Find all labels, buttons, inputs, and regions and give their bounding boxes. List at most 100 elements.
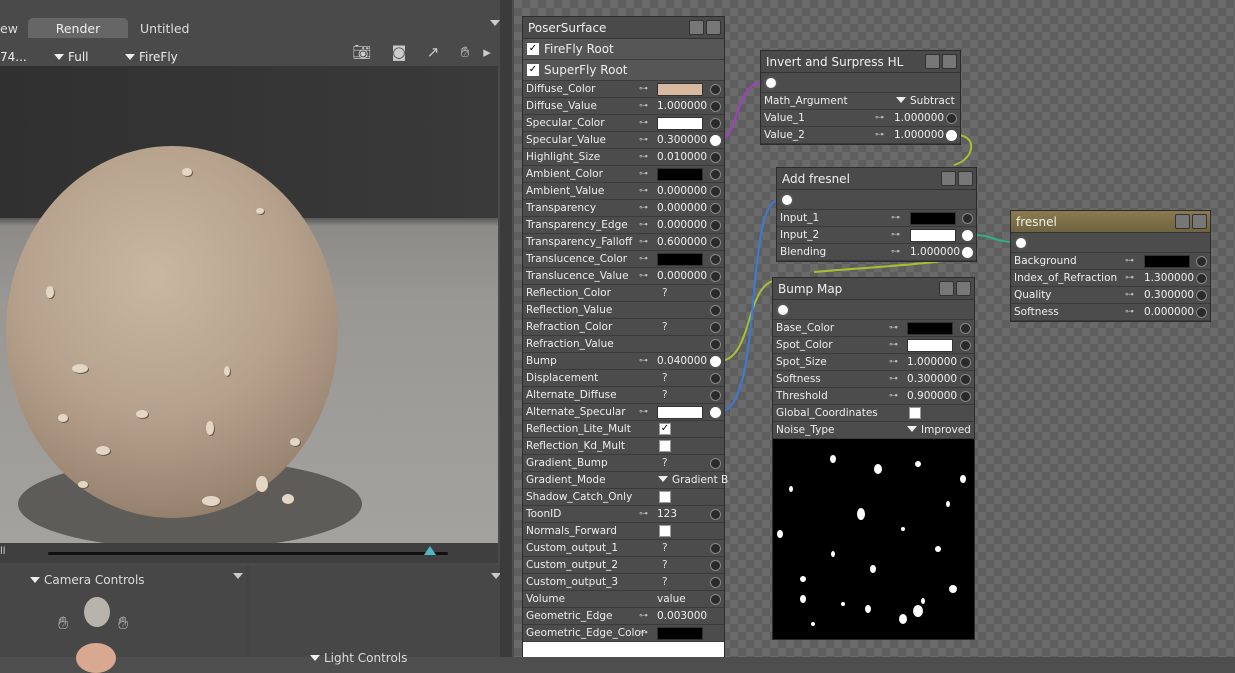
key-icon[interactable]: ⊶ (1125, 304, 1134, 321)
param-row-input-2[interactable]: Input_2 ⊶ (777, 227, 976, 244)
input-port-connected-icon[interactable] (710, 135, 721, 146)
head-camera-icon[interactable] (84, 597, 110, 627)
param-row-diffuse-value[interactable]: Diffuse_Value ⊶ 1.000000 (523, 98, 724, 115)
param-row-normals-forward[interactable]: Normals_Forward (523, 523, 724, 540)
color-swatch[interactable] (657, 253, 703, 266)
param-row-background[interactable]: Background ⊶ (1011, 253, 1210, 270)
color-swatch[interactable] (657, 117, 703, 130)
bump-map-header[interactable]: Bump Map (773, 278, 974, 300)
param-value[interactable]: 0.003000 (657, 608, 707, 625)
input-port-open-icon[interactable] (710, 322, 721, 333)
renderer-select[interactable]: FireFly (125, 51, 178, 63)
render-size-select[interactable]: Full (54, 51, 89, 63)
fresnel-header[interactable]: fresnel (1011, 211, 1210, 233)
param-row-bump[interactable]: Bump ⊶ 0.040000 (523, 353, 724, 370)
input-port-open-icon[interactable] (710, 373, 721, 384)
input-port-open-icon[interactable] (962, 213, 973, 224)
param-value[interactable]: 1.000000 (894, 110, 944, 127)
key-icon[interactable]: ⊶ (891, 210, 900, 227)
param-row-shadow-catch-only[interactable]: Shadow_Catch_Only (523, 489, 724, 506)
input-port-open-icon[interactable] (710, 101, 721, 112)
param-value[interactable]: 1.000000 (910, 244, 960, 261)
param-row-ambient-value[interactable]: Ambient_Value ⊶ 0.000000 (523, 183, 724, 200)
key-icon[interactable]: ⊶ (891, 244, 900, 261)
key-icon[interactable]: ⊶ (889, 320, 898, 337)
unchecked-checkbox[interactable] (909, 407, 921, 419)
input-port-connected-icon[interactable] (710, 356, 721, 367)
input-port-open-icon[interactable] (710, 543, 721, 554)
key-icon[interactable]: ⊶ (1125, 253, 1134, 270)
param-value[interactable]: 1.000000 (894, 127, 944, 144)
param-value[interactable]: 0.000000 (657, 217, 707, 234)
input-port-open-icon[interactable] (710, 186, 721, 197)
key-icon[interactable]: ⊶ (889, 354, 898, 371)
param-row-specular-color[interactable]: Specular_Color ⊶ (523, 115, 724, 132)
param-row-custom-output-2[interactable]: Custom_output_2? (523, 557, 724, 574)
play-arrow-icon[interactable]: ▸ (480, 42, 494, 62)
dropdown-select[interactable]: Improved (907, 422, 971, 439)
input-port-open-icon[interactable] (710, 254, 721, 265)
input-port-open-icon[interactable] (710, 271, 721, 282)
node-preview-icon[interactable] (956, 281, 971, 296)
input-port-open-icon[interactable] (1196, 273, 1207, 284)
key-icon[interactable]: ⊶ (1125, 287, 1134, 304)
color-swatch[interactable] (657, 627, 703, 640)
param-row-custom-output-3[interactable]: Custom_output_3? (523, 574, 724, 591)
input-port-open-icon[interactable] (710, 220, 721, 231)
key-icon[interactable]: ⊶ (639, 404, 648, 421)
param-value[interactable]: 0.000000 (1144, 304, 1194, 321)
param-row-input-1[interactable]: Input_1 ⊶ (777, 210, 976, 227)
checked-checkbox[interactable]: ✓ (659, 423, 671, 435)
param-row-diffuse-color[interactable]: Diffuse_Color ⊶ (523, 81, 724, 98)
param-row-softness[interactable]: Softness ⊶ 0.000000 (1011, 304, 1210, 321)
param-row-noise-type[interactable]: Noise_Type Improved (773, 422, 974, 439)
param-value[interactable]: 0.000000 (657, 183, 707, 200)
param-row-volume[interactable]: Volume value (523, 591, 724, 608)
checked-checkbox[interactable]: ✓ (527, 43, 539, 55)
input-port-connected-icon[interactable] (710, 407, 721, 418)
node-preview-icon[interactable] (706, 20, 721, 35)
color-swatch[interactable] (907, 322, 953, 335)
key-icon[interactable]: ⊶ (639, 251, 648, 268)
unchecked-checkbox[interactable] (659, 525, 671, 537)
input-port-connected-icon[interactable] (962, 230, 973, 241)
tab-untitled[interactable]: Untitled (140, 18, 340, 39)
poser-surface-node[interactable]: PoserSurface ✓ FireFly Root ✓ SuperFly Root… (522, 16, 728, 657)
camera-icon[interactable]: 📷︎ (351, 42, 373, 62)
param-value[interactable]: 0.900000 (907, 388, 957, 405)
param-value[interactable]: 123 (657, 506, 677, 523)
camera-select[interactable]: 74... (0, 51, 27, 63)
invert-node[interactable]: Invert and Surpress HL Math_Argument Subt… (760, 50, 961, 145)
face-camera-icon[interactable] (76, 643, 116, 673)
key-icon[interactable]: ⊶ (891, 227, 900, 244)
panel-divider[interactable] (500, 0, 512, 657)
param-row-alternate-diffuse[interactable]: Alternate_Diffuse? (523, 387, 724, 404)
node-preview-icon[interactable] (942, 54, 957, 69)
param-value[interactable]: 0.300000 (907, 371, 957, 388)
input-port-open-icon[interactable] (960, 323, 971, 334)
input-port-open-icon[interactable] (710, 458, 721, 469)
invert-node-header[interactable]: Invert and Surpress HL (761, 51, 960, 73)
input-port-open-icon[interactable] (710, 577, 721, 588)
param-value[interactable]: 0.300000 (1144, 287, 1194, 304)
param-row-gradient-bump[interactable]: Gradient_Bump? (523, 455, 724, 472)
param-row-toonid[interactable]: ToonID ⊶ 123 (523, 506, 724, 523)
param-row-math-argument[interactable]: Math_Argument Subtract (761, 93, 960, 110)
dropdown-select[interactable]: Subtract (896, 93, 955, 110)
node-options-icon[interactable] (939, 281, 954, 296)
key-icon[interactable]: ⊶ (639, 353, 648, 370)
color-swatch[interactable] (1144, 255, 1190, 268)
param-value[interactable]: 0.010000 (657, 149, 707, 166)
param-row-custom-output-1[interactable]: Custom_output_1? (523, 540, 724, 557)
param-value[interactable]: 0.040000 (657, 353, 707, 370)
hand-icon[interactable]: ✋︎ (454, 42, 476, 62)
key-icon[interactable]: ⊶ (889, 371, 898, 388)
key-icon[interactable]: ⊶ (639, 149, 648, 166)
param-row-base-color[interactable]: Base_Color ⊶ (773, 320, 974, 337)
key-icon[interactable]: ⊶ (639, 81, 648, 98)
input-port-open-icon[interactable] (710, 152, 721, 163)
node-preview-icon[interactable] (1192, 214, 1207, 229)
input-port-open-icon[interactable] (1196, 307, 1207, 318)
param-value[interactable]: 0.000000 (657, 200, 707, 217)
checked-checkbox[interactable]: ✓ (527, 64, 539, 76)
